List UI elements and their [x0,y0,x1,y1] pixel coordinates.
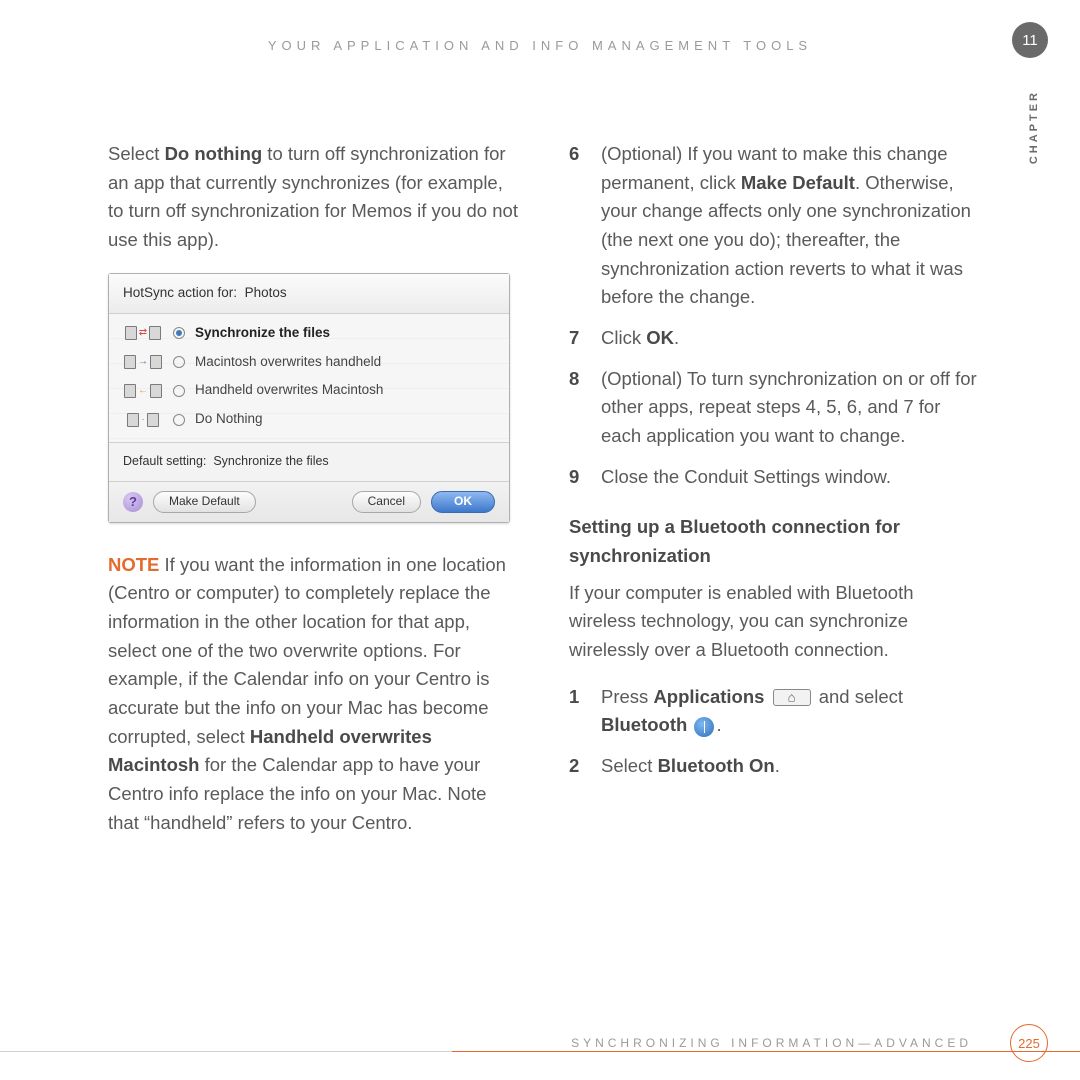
dialog-footer: ? Make Default Cancel OK [109,481,509,522]
chapter-label: CHAPTER [1028,90,1040,164]
text: . [674,327,679,348]
step-text: Press Applications and select Bluetooth … [601,683,982,740]
text-bold: Make Default [741,172,855,193]
step-number: 8 [569,365,587,451]
page-header: YOUR APPLICATION AND INFO MANAGEMENT TOO… [0,38,1080,53]
text-bold: Bluetooth [601,714,687,735]
step-number: 7 [569,324,587,353]
make-default-button[interactable]: Make Default [153,491,256,513]
label: Default setting: [123,454,206,468]
do-nothing-paragraph: Select Do nothing to turn off synchroniz… [108,140,521,255]
label: HotSync action for: [123,285,237,300]
step-9: 9 Close the Conduit Settings window. [569,463,982,492]
text-bold: Do nothing [165,143,263,164]
bluetooth-paragraph: If your computer is enabled with Bluetoo… [569,579,982,665]
text: . [775,755,780,776]
note-paragraph: NOTE If you want the information in one … [108,551,521,838]
text-bold: Applications [653,686,764,707]
label: Photos [245,285,287,300]
option-do-nothing[interactable]: · Do Nothing [123,405,495,434]
bt-step-1: 1 Press Applications and select Bluetoot… [569,683,982,740]
option-label: Synchronize the files [195,323,330,344]
default-setting-line: Default setting: Synchronize the files [109,442,509,480]
mac-to-hh-icon: → [123,353,163,371]
footer-rule [0,1051,1080,1052]
text: Select [108,143,165,164]
step-number: 2 [569,752,587,781]
step-text: Select Bluetooth On. [601,752,982,781]
label: Synchronize the files [213,454,328,468]
text: If you want the information in one locat… [108,554,506,747]
bluetooth-icon [694,717,714,737]
cancel-button[interactable]: Cancel [352,491,421,513]
step-7: 7 Click OK. [569,324,982,353]
option-label: Macintosh overwrites handheld [195,352,381,373]
hh-to-mac-icon: ← [123,382,163,400]
text-bold: OK [646,327,674,348]
bt-step-2: 2 Select Bluetooth On. [569,752,982,781]
step-text: (Optional) If you want to make this chan… [601,140,982,312]
sync-both-icon: ⇄ [123,324,163,342]
step-6: 6 (Optional) If you want to make this ch… [569,140,982,312]
option-hh-overwrites[interactable]: ← Handheld overwrites Macintosh [123,376,495,405]
page-number: 225 [1010,1024,1048,1062]
text: . [716,714,721,735]
right-column: 6 (Optional) If you want to make this ch… [569,140,982,990]
content-area: Select Do nothing to turn off synchroniz… [108,140,982,990]
step-number: 1 [569,683,587,740]
text: Press [601,686,653,707]
option-mac-overwrites[interactable]: → Macintosh overwrites handheld [123,348,495,377]
hotsync-dialog: HotSync action for: Photos ⇄ Synchronize… [108,273,510,523]
step-number: 6 [569,140,587,312]
text: Click [601,327,646,348]
no-sync-icon: · [123,411,163,429]
radio-icon [173,356,185,368]
text-bold: Bluetooth On [658,755,775,776]
text: Select [601,755,658,776]
step-8: 8 (Optional) To turn synchronization on … [569,365,982,451]
help-icon[interactable]: ? [123,492,143,512]
step-text: (Optional) To turn synchronization on or… [601,365,982,451]
left-column: Select Do nothing to turn off synchroniz… [108,140,521,990]
dialog-body: ⇄ Synchronize the files → Macintosh over… [109,314,509,443]
radio-icon [173,327,185,339]
text: and select [819,686,903,707]
radio-icon [173,414,185,426]
step-text: Click OK. [601,324,982,353]
chapter-number-badge: 11 [1012,22,1048,58]
option-synchronize[interactable]: ⇄ Synchronize the files [123,319,495,348]
step-number: 9 [569,463,587,492]
radio-icon [173,385,185,397]
step-text: Close the Conduit Settings window. [601,463,982,492]
home-key-icon [773,689,811,706]
footer-section: SYNCHRONIZING INFORMATION—ADVANCED [571,1036,972,1050]
bluetooth-subheading: Setting up a Bluetooth connection for sy… [569,513,982,570]
ok-button[interactable]: OK [431,491,495,513]
option-label: Handheld overwrites Macintosh [195,380,383,401]
note-label: NOTE [108,554,159,575]
dialog-title: HotSync action for: Photos [109,274,509,314]
option-label: Do Nothing [195,409,263,430]
